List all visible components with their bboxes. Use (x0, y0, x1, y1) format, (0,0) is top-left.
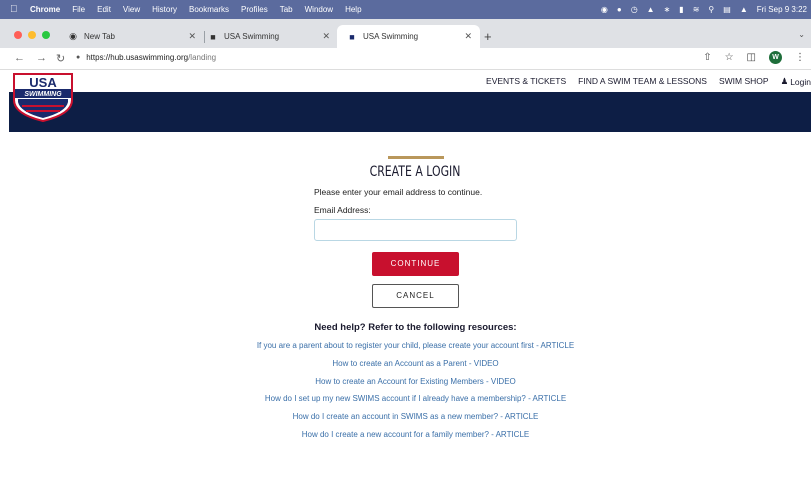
menu-app-name[interactable]: Chrome (30, 5, 60, 14)
window-controls (14, 31, 50, 39)
usa-swimming-logo[interactable]: USA SWIMMING (12, 72, 74, 122)
url-host: https://hub.usaswimming.org (86, 53, 189, 62)
battery-icon[interactable]: ▮ (679, 5, 683, 14)
address-bar[interactable]: ● https://hub.usaswimming.org/landing (76, 53, 216, 62)
tab-label: USA Swimming (363, 32, 419, 41)
tab-new-tab[interactable]: ◉ New Tab ✕ (58, 25, 204, 48)
menu-clock[interactable]: Fri Sep 9 3:22 (757, 5, 807, 14)
help-link-family-member[interactable]: How do I create a new account for a fami… (0, 430, 811, 448)
logo-text-swimming: SWIMMING (24, 91, 62, 98)
apple-icon[interactable]:  (10, 4, 22, 15)
browser-toolbar: ← → ↻ ● https://hub.usaswimming.org/land… (0, 48, 811, 70)
help-link-parent-video[interactable]: How to create an Account as a Parent - V… (0, 359, 811, 377)
cancel-button[interactable]: CANCEL (372, 284, 459, 308)
spotlight-icon[interactable]: ⚲ (708, 5, 714, 14)
volume-icon[interactable]: ▲ (647, 5, 655, 14)
menu-window[interactable]: Window (305, 5, 333, 14)
lock-icon[interactable]: ● (76, 54, 80, 61)
menu-view[interactable]: View (123, 5, 140, 14)
siri-icon[interactable]: ▲ (740, 5, 748, 14)
help-heading: Need help? Refer to the following resour… (314, 322, 517, 333)
continue-button[interactable]: CONTINUE (372, 252, 459, 276)
site-header: EVENTS & TICKETS FIND A SWIM TEAM & LESS… (0, 70, 811, 92)
help-link-existing-members-video[interactable]: How to create an Account for Existing Me… (0, 377, 811, 395)
new-tab-plus-icon[interactable]: + (484, 29, 492, 44)
time-machine-icon[interactable]: ◷ (631, 5, 638, 14)
nav-find-swim-team[interactable]: FIND A SWIM TEAM & LESSONS (578, 76, 707, 87)
close-tab-icon[interactable]: ✕ (188, 31, 196, 42)
menu-profiles[interactable]: Profiles (241, 5, 268, 14)
close-tab-icon[interactable]: ✕ (464, 31, 472, 42)
close-window-button[interactable] (14, 31, 22, 39)
more-menu-icon[interactable]: ⋮ (795, 52, 805, 63)
help-link-existing-membership[interactable]: How do I set up my new SWIMS account if … (0, 394, 811, 412)
zoom-window-button[interactable] (42, 31, 50, 39)
bluetooth-icon[interactable]: ∗ (664, 5, 671, 14)
tab-usa-swimming[interactable]: ■ USA Swimming ✕ (198, 25, 338, 48)
browser-tab-strip: ◉ New Tab ✕ ■ USA Swimming ✕ ■ USA Swimm… (0, 19, 811, 48)
screen-record-icon[interactable]: ● (617, 5, 622, 14)
wifi-icon[interactable]: ≋ (693, 5, 700, 14)
logo-text-usa: USA (29, 75, 57, 90)
menu-edit[interactable]: Edit (97, 5, 111, 14)
close-tab-icon[interactable]: ✕ (322, 31, 330, 42)
reload-icon[interactable]: ↻ (56, 52, 65, 65)
tab-search-chevron-icon[interactable]: ⌄ (798, 30, 805, 39)
usa-swimming-favicon-icon: ■ (349, 31, 355, 42)
menu-bookmarks[interactable]: Bookmarks (189, 5, 229, 14)
minimize-window-button[interactable] (28, 31, 36, 39)
macos-menu-bar:  Chrome File Edit View History Bookmark… (0, 0, 811, 19)
email-field[interactable] (314, 219, 517, 241)
email-prompt: Please enter your email address to conti… (314, 187, 483, 197)
help-link-parent-register[interactable]: If you are a parent about to register yo… (0, 341, 811, 359)
status-area: ◉ ● ◷ ▲ ∗ ▮ ≋ ⚲ ▤ ▲ Fri Sep 9 3:22 (601, 0, 807, 19)
url-path: /landing (188, 53, 217, 62)
tab-label: New Tab (84, 32, 115, 41)
menu-tab[interactable]: Tab (280, 5, 293, 14)
chrome-icon: ◉ (69, 31, 77, 41)
login-label: Login (790, 76, 811, 87)
email-label: Email Address: (314, 205, 371, 215)
nav-swim-shop[interactable]: SWIM SHOP (719, 76, 769, 87)
menu-history[interactable]: History (152, 5, 177, 14)
header-band (9, 92, 811, 132)
help-link-new-member[interactable]: How do I create an account in SWIMS as a… (0, 412, 811, 430)
bookmark-star-icon[interactable]: ☆ (725, 52, 734, 63)
page-title: CREATE A LOGIN (369, 164, 461, 180)
toolbar-actions: ⇧ ☆ ◫ W ⋮ (703, 51, 805, 64)
side-panel-icon[interactable]: ◫ (747, 52, 756, 63)
tab-label: USA Swimming (224, 32, 280, 41)
nav-login[interactable]: ♟ Login (781, 76, 811, 87)
forward-arrow-icon[interactable]: → (36, 52, 47, 64)
creative-cloud-icon[interactable]: ◉ (601, 5, 608, 14)
control-center-icon[interactable]: ▤ (723, 5, 731, 14)
help-links: If you are a parent about to register yo… (0, 341, 811, 448)
profile-avatar[interactable]: W (769, 51, 782, 64)
nav-events-tickets[interactable]: EVENTS & TICKETS (486, 76, 566, 87)
back-arrow-icon[interactable]: ← (14, 52, 25, 64)
site-nav: EVENTS & TICKETS FIND A SWIM TEAM & LESS… (486, 76, 811, 87)
gold-rule (388, 156, 444, 159)
usa-swimming-favicon-icon: ■ (210, 31, 216, 42)
share-icon[interactable]: ⇧ (703, 52, 711, 63)
menu-help[interactable]: Help (345, 5, 361, 14)
user-icon: ♟ (780, 76, 789, 86)
menu-file[interactable]: File (72, 5, 85, 14)
tab-usa-swimming-active[interactable]: ■ USA Swimming ✕ (337, 25, 480, 48)
